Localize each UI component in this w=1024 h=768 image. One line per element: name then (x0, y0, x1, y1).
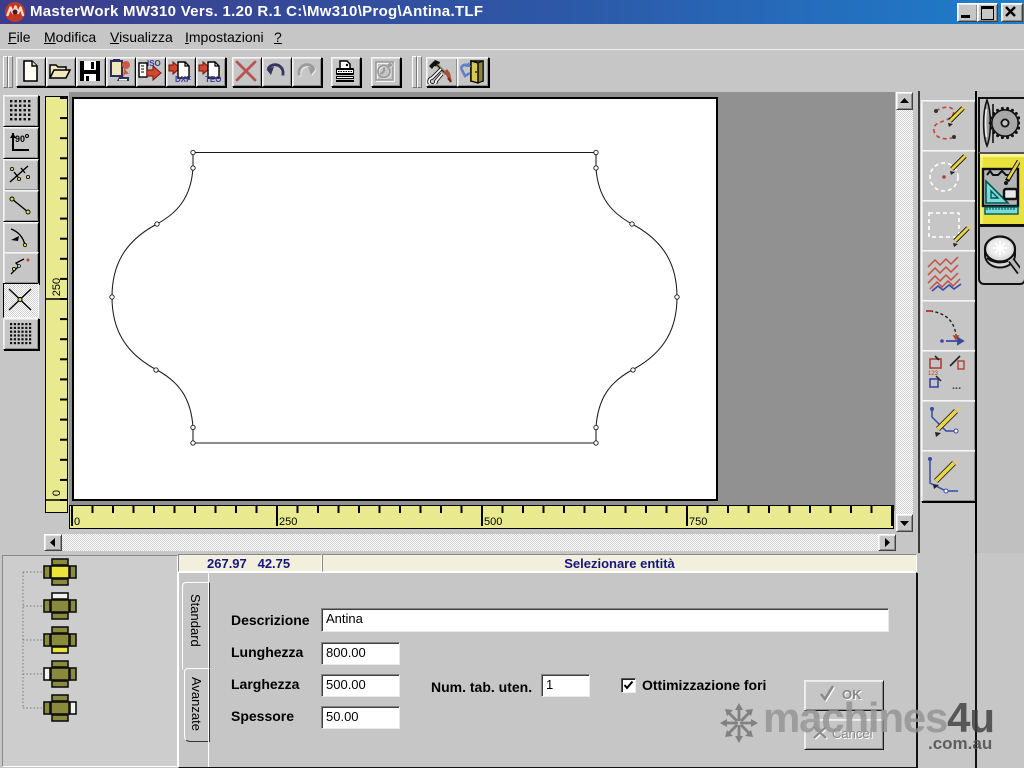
svg-text:750: 750 (689, 516, 707, 528)
svg-text:250: 250 (279, 516, 297, 528)
svg-text:...: ... (952, 380, 961, 392)
svg-text:90: 90 (15, 134, 25, 144)
svg-text:250: 250 (51, 278, 63, 296)
svg-text:500: 500 (484, 516, 502, 528)
svg-text:TEO: TEO (205, 75, 221, 84)
svg-text:0: 0 (74, 516, 80, 528)
svg-text:DXF: DXF (175, 75, 191, 84)
svg-text:123: 123 (928, 371, 939, 377)
svg-text:0: 0 (51, 490, 63, 496)
